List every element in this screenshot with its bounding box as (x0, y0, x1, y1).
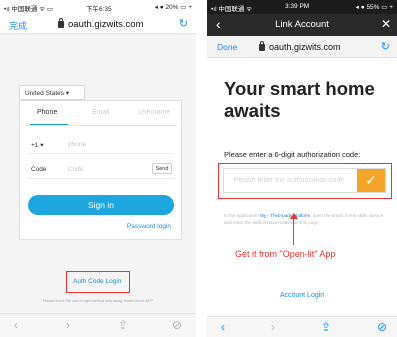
share-icon[interactable]: ⇪ (321, 320, 331, 334)
annotation-arrow (293, 217, 294, 245)
done-button[interactable]: Done (217, 42, 237, 52)
forward-icon[interactable]: › (66, 318, 70, 332)
reload-icon[interactable]: ↻ (179, 17, 188, 30)
auth-code-login-link[interactable]: Auth Code Login (73, 278, 121, 285)
url-display[interactable]: oauth.gizwits.com (259, 41, 341, 52)
account-login-link[interactable]: Account Login (207, 292, 397, 299)
lock-icon (259, 41, 265, 51)
status-bar: •ıl 中国联通 ᯤ 3:39 PM ◂ ● 55% ▭ + (207, 0, 397, 14)
battery-status: ◂ ● 55% ▭ + (355, 4, 393, 11)
auth-code-input[interactable]: Please enter the authorization code (234, 177, 354, 184)
status-time: 3:39 PM (285, 3, 310, 10)
browser-toolbar: ‹ › ⇪ ⊘ (0, 313, 196, 337)
battery-status: ◂ ● 20% ▭ + (154, 4, 192, 11)
phone-input[interactable]: phone (68, 141, 86, 148)
code-input[interactable]: Code (68, 166, 84, 173)
auth-code-highlight-box: Auth Code Login (66, 271, 130, 293)
auth-code-prompt: Please enter a 6-digit authorization cod… (224, 150, 361, 159)
phone-row: +1 ▾ phone (28, 136, 174, 154)
login-card: Phone Email Username +1 ▾ phone Code Cod… (19, 100, 182, 240)
password-login-link[interactable]: Password login (127, 223, 171, 230)
country-code-select[interactable]: +1 ▾ (31, 141, 43, 149)
left-phone-screen: •ıl 中国联通 ᯤ ▭ 下午6:35 ◂ ● 20% ▭ + 完成 oauth… (0, 0, 196, 337)
share-icon[interactable]: ⇪ (118, 318, 128, 332)
back-icon[interactable]: ‹ (221, 320, 225, 334)
right-phone-screen: •ıl 中国联通 ᯤ 3:39 PM ◂ ● 55% ▭ + ‹ Link Ac… (207, 0, 397, 337)
code-row: Code Code Send (28, 161, 174, 179)
status-bar: •ıl 中国联通 ᯤ ▭ 下午6:35 ◂ ● 20% ▭ + (0, 0, 196, 14)
login-tip: Please leave the same login method with … (43, 299, 153, 303)
url-display[interactable]: oauth.gizwits.com (58, 18, 144, 30)
back-icon[interactable]: ‹ (14, 318, 18, 332)
url-text: oauth.gizwits.com (269, 42, 341, 52)
auth-code-highlight-box: Please enter the authorization code ✓ (218, 163, 392, 199)
annotation-text: Get it from "Open-lit" App (235, 249, 336, 259)
compass-icon[interactable]: ⊘ (377, 320, 387, 334)
third-party-platform-link[interactable]: My - Third-party platform (260, 213, 310, 218)
page-title: Link Account (275, 19, 329, 30)
country-select[interactable]: United States ▾ (19, 85, 85, 100)
browser-address-bar: Done oauth.gizwits.com ↻ (207, 36, 397, 58)
desc-text: In the application (224, 213, 261, 218)
instructions-text: In the application My - Third-party plat… (224, 212, 386, 226)
url-text: oauth.gizwits.com (68, 19, 144, 30)
lock-icon (58, 18, 64, 28)
compass-icon[interactable]: ⊘ (172, 318, 182, 332)
tab-email[interactable]: Email (92, 109, 110, 116)
close-icon[interactable]: ✕ (381, 17, 391, 31)
carrier-signal: •ıl 中国联通 ᯤ ▭ (4, 6, 54, 13)
browser-toolbar: ‹ › ⇪ ⊘ (207, 316, 397, 337)
tabs-divider (26, 125, 177, 126)
forward-icon[interactable]: › (271, 320, 275, 334)
tab-username[interactable]: Username (138, 109, 170, 116)
code-label: Code (31, 166, 47, 173)
sign-in-button[interactable]: Sign in (28, 195, 174, 215)
headline: Your smart home awaits (224, 78, 375, 121)
nav-bar: ‹ Link Account ✕ (207, 14, 397, 36)
status-time: 下午6:35 (86, 6, 112, 13)
reload-icon[interactable]: ↻ (381, 40, 390, 53)
send-code-button[interactable]: Send (152, 163, 172, 174)
auth-code-field[interactable]: Please enter the authorization code ✓ (223, 168, 386, 193)
carrier-signal: •ıl 中国联通 ᯤ (211, 6, 253, 13)
browser-address-bar: 完成 oauth.gizwits.com ↻ (0, 14, 196, 34)
done-button[interactable]: 完成 (9, 19, 27, 32)
check-icon[interactable]: ✓ (357, 169, 385, 192)
tab-phone[interactable]: Phone (37, 109, 57, 116)
